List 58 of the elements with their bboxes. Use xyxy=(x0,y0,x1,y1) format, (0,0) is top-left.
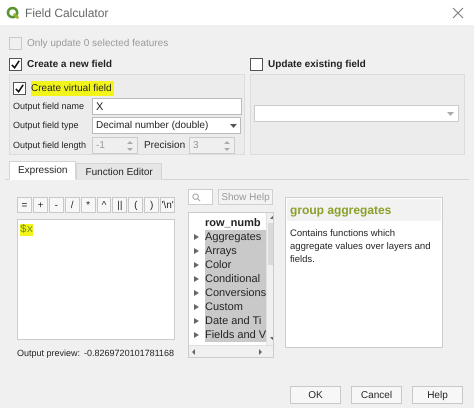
dropdown[interactable]: Decimal number (double) xyxy=(92,117,241,134)
text-field[interactable]: X xyxy=(92,98,242,115)
caret-icon xyxy=(447,112,454,116)
dialog-button[interactable]: Help xyxy=(412,386,463,404)
operator-button[interactable]: * xyxy=(80,197,96,213)
checkbox[interactable] xyxy=(250,58,263,71)
tab[interactable]: Expression xyxy=(9,161,76,180)
operator-button[interactable]: = xyxy=(17,197,32,213)
window-title: Field Calculator xyxy=(25,4,108,22)
checkbox-label: Create a new field xyxy=(27,58,112,72)
tree-item[interactable]: Custom xyxy=(205,300,266,314)
expand-arrow-icon[interactable] xyxy=(194,262,199,268)
expand-arrow-icon[interactable] xyxy=(194,304,199,310)
tree-item[interactable]: Fields and V xyxy=(205,328,266,342)
checkbox-label: Update existing field xyxy=(268,58,366,72)
field-label: Output field type xyxy=(13,118,80,132)
operator-button[interactable]: ) xyxy=(144,197,160,213)
checkbox-label: Only update 0 selected features xyxy=(27,37,168,51)
caret-icon xyxy=(230,124,237,128)
help-text: Contains functions which aggregate values over layers and fields. xyxy=(289,227,432,266)
operator-button[interactable]: '\n' xyxy=(160,197,176,213)
checkbox-label: Create virtual field xyxy=(31,81,114,96)
expand-arrow-icon[interactable] xyxy=(194,332,199,338)
dialog-button[interactable]: Cancel xyxy=(351,386,402,404)
field-label: Output field name xyxy=(13,100,86,113)
tree-item[interactable]: Conditional xyxy=(205,272,266,286)
operator-button[interactable]: ^ xyxy=(96,197,112,213)
checkbox[interactable] xyxy=(13,82,26,95)
help-title: group aggregates xyxy=(287,199,441,221)
expand-arrow-icon[interactable] xyxy=(194,290,199,296)
expand-arrow-icon[interactable] xyxy=(194,276,199,282)
expand-arrow-icon[interactable] xyxy=(194,318,199,324)
operator-button[interactable]: - xyxy=(48,197,64,213)
tree-item[interactable]: Date and Ti xyxy=(205,314,266,328)
operator-button[interactable]: / xyxy=(64,197,80,213)
expand-arrow-icon[interactable] xyxy=(194,234,199,240)
expand-arrow-icon[interactable] xyxy=(194,248,199,254)
operator-button[interactable]: ( xyxy=(128,197,144,213)
search-field[interactable] xyxy=(188,189,213,205)
checkbox[interactable] xyxy=(9,58,22,71)
tree-item[interactable]: Color xyxy=(205,258,266,272)
tab[interactable]: Function Editor xyxy=(76,163,162,180)
close-icon[interactable] xyxy=(452,6,464,18)
tree-item[interactable]: Conversions xyxy=(205,286,266,300)
operator-button[interactable]: || xyxy=(112,197,128,213)
search-icon xyxy=(192,192,201,202)
expression-text: $x xyxy=(20,224,34,236)
operator-button[interactable]: + xyxy=(32,197,48,213)
field-label: Precision xyxy=(144,139,186,153)
tree-item[interactable]: Arrays xyxy=(205,244,266,258)
dialog-button[interactable]: OK xyxy=(290,386,341,404)
preview-label: Output preview: xyxy=(17,347,80,360)
field-label: Output field length xyxy=(13,138,88,152)
tree-item[interactable]: Aggregates xyxy=(205,230,266,244)
function-tree[interactable]: row_numb Aggregates Arrays Color Conditional Conversions Custom Date and Ti Fields and V xyxy=(188,212,274,358)
horizontal-scrollbar[interactable] xyxy=(189,345,273,357)
app-logo-icon xyxy=(6,6,20,20)
preview-value: -0.8269720101781168 xyxy=(84,347,174,360)
